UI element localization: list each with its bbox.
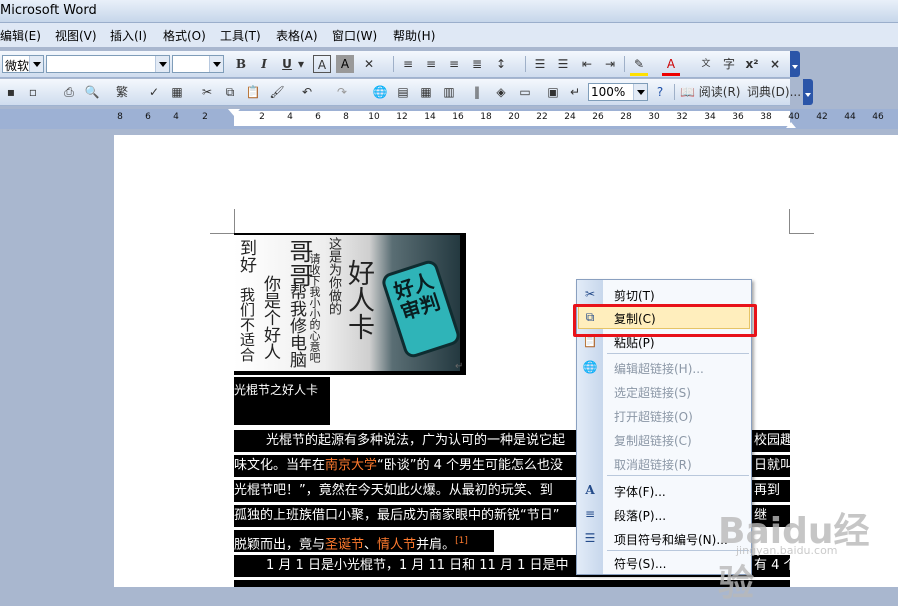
insert-excel-icon[interactable]: ▥ [440,83,458,101]
cut-icon: ✂ [584,287,596,301]
dropdown-arrow-icon[interactable] [29,56,43,72]
cut-toolbar-icon[interactable]: ✂ [198,83,216,101]
paragraph-icon: ≡ [584,507,596,521]
menu-edit[interactable]: 编辑(E) [0,27,41,44]
zoom-view-icon[interactable]: ▣ [544,83,562,101]
line-spacing-icon[interactable]: ↕ [492,55,510,73]
bullets-icon: ☰ [584,531,596,545]
permission-icon[interactable]: ▫ [24,83,42,101]
formatting-toolbar: 微软 B I U ▾ A A ✕ ≡ ≡ ≡ ≣ ↕ ☰ ☰ ⇤ ⇥ ✎ A 文… [0,51,790,78]
decrease-indent-icon[interactable]: ⇤ [578,55,596,73]
horizontal-ruler[interactable]: 8 6 4 2 2 4 6 8 10 12 14 16 18 20 22 24 … [0,109,898,129]
phonetic-guide-icon[interactable]: 文 [697,55,715,73]
format-painter-icon[interactable]: 🖌 [268,83,286,101]
crop-mark [789,209,814,234]
columns-icon[interactable]: ‖ [468,83,486,101]
char-shading-button[interactable]: A [336,55,354,73]
dropdown-arrow-icon[interactable] [633,84,647,100]
menu-item-font[interactable]: A 字体(F)... [577,478,751,502]
justify-icon[interactable]: ≣ [468,55,486,73]
doc-map-icon[interactable]: ▭ [516,83,534,101]
menu-insert[interactable]: 插入(I) [110,27,147,44]
menu-view[interactable]: 视图(V) [55,27,97,44]
menu-item-copy-hyperlink[interactable]: 复制超链接(C) [577,427,751,451]
menu-window[interactable]: 窗口(W) [332,27,377,44]
numbering-icon[interactable]: ☰ [531,55,549,73]
paragraph-line[interactable]: 脱颖而出，竟与圣诞节、情人节并肩。[1] [234,530,494,552]
crop-mark [210,209,235,234]
font-color-icon[interactable]: A [662,55,680,76]
menu-table[interactable]: 表格(A) [276,27,318,44]
underline-button[interactable]: U [278,55,296,73]
right-indent-marker[interactable] [786,117,796,128]
menu-tools[interactable]: 工具(T) [220,27,261,44]
align-left-icon[interactable]: ≡ [399,55,417,73]
char-border-button[interactable]: A [313,55,331,73]
highlight-icon[interactable]: ✎ [630,55,648,76]
highlight-annotation [573,304,757,337]
menu-item-select-hyperlink[interactable]: 选定超链接(S) [577,379,751,403]
align-center-icon[interactable]: ≡ [422,55,440,73]
dropdown-arrow-icon[interactable] [155,56,169,72]
bullets-toolbar-icon[interactable]: ☰ [554,55,572,73]
copy-toolbar-icon[interactable]: ⧉ [221,83,239,101]
first-line-indent-marker[interactable] [228,109,240,122]
menu-help[interactable]: 帮助(H) [393,27,435,44]
tables-borders-icon[interactable]: ▤ [394,83,412,101]
drawing-icon[interactable]: ◈ [492,83,510,101]
hyperlink-toolbar-icon[interactable]: 🌐 [371,83,389,101]
style-combo[interactable] [46,55,170,73]
superscript-icon[interactable]: x² [743,55,761,73]
title-bar: Microsoft Word [0,0,898,23]
dictionary-button[interactable]: 词典(D)... [747,83,803,101]
underline-dropdown-icon[interactable]: ▾ [296,55,306,73]
hyperlink-icon: 🌐 [582,360,598,374]
increase-indent-icon[interactable]: ⇥ [601,55,619,73]
enclose-char-icon[interactable]: 字 [720,55,738,73]
char-scale-button[interactable]: ✕ [360,55,378,73]
menu-bar: 编辑(E) 视图(V) 插入(I) 格式(O) 工具(T) 表格(A) 窗口(W… [0,23,898,47]
font-icon: A [585,483,595,497]
menu-item-cut[interactable]: ✂ 剪切(T) [577,282,751,306]
redo-icon[interactable]: ↷ [333,83,351,101]
subscript-icon[interactable]: × [766,55,784,73]
font-name-combo[interactable]: 微软 [2,55,44,73]
paragraph-mark: ↵ [455,361,464,372]
standard-toolbar: ▪ ▫ ⎙ 🔍 繁 ✓ ▦ ✂ ⧉ 📋 🖌 ↶ ↷ 🌐 ▤ ▦ ▥ ‖ ◈ ▭ … [0,79,801,106]
bold-button[interactable]: B [232,55,250,73]
menu-item-remove-hyperlink[interactable]: 取消超链接(R) [577,451,751,475]
window-title: Microsoft Word [0,3,97,18]
align-right-icon[interactable]: ≡ [445,55,463,73]
watermark-url: jingyan.baidu.com [736,544,838,557]
save-icon[interactable]: ▪ [2,83,20,101]
font-size-combo[interactable] [172,55,224,73]
italic-button[interactable]: I [255,55,273,73]
undo-icon[interactable]: ↶ [298,83,316,101]
spelling-icon[interactable]: ✓ [145,83,163,101]
print-preview-icon[interactable]: 🔍 [83,83,101,101]
toolbar-options-icon[interactable] [803,79,813,105]
reading-button[interactable]: 📖 阅读(R) [680,83,745,101]
paste-toolbar-icon[interactable]: 📋 [244,83,262,101]
paragraph-line[interactable] [234,580,790,587]
traditional-chinese-icon[interactable]: 繁 [113,83,131,101]
dropdown-arrow-icon[interactable] [209,56,223,72]
image-caption: 光棍节之好人卡 [234,377,330,425]
menu-item-open-hyperlink[interactable]: 打开超链接(O) [577,403,751,427]
toolbar-options-icon[interactable] [790,51,800,77]
menu-format[interactable]: 格式(O) [163,27,206,44]
insert-table-icon[interactable]: ▦ [417,83,435,101]
print-icon[interactable]: ⎙ [60,83,78,101]
menu-item-edit-hyperlink[interactable]: 🌐 编辑超链接(H)... [577,355,751,379]
research-icon[interactable]: ▦ [168,83,186,101]
zoom-combo[interactable]: 100% [588,83,648,101]
help-icon[interactable]: ? [651,83,669,101]
show-hide-icon[interactable]: ↵ [566,83,584,101]
document-image[interactable]: 到好 我们不适合 哥哥 你是个好人 帮我修电脑 请收下我小小的心意吧 这是为你做… [234,233,466,375]
